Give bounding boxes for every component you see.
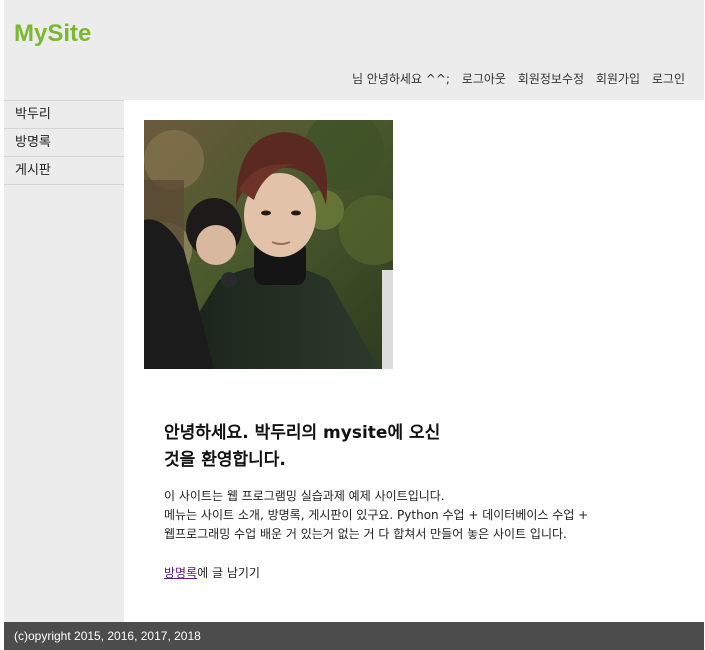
signup-link[interactable]: 회원가입 [596, 72, 640, 86]
welcome-title: 안녕하세요. 박두리의 mysite에 오신 것을 환영합니다. [164, 420, 484, 474]
intro-line-2: 메뉴는 사이트 소개, 방명록, 게시판이 있구요. Python 수업 + 데… [164, 508, 589, 522]
edit-profile-link[interactable]: 회원정보수정 [518, 72, 584, 86]
intro-line-1: 이 사이트는 웹 프로그램밍 실습과제 예제 사이트입니다. [164, 489, 445, 503]
sidebar-item-about[interactable]: 박두리 [4, 100, 124, 129]
site-header: MySite 님 안녕하세요 ^^; 로그아웃 회원정보수정 회원가입 로그인 [4, 0, 704, 100]
intro-line-3: 웹프로그래밍 수업 배운 거 있는거 없는 거 다 합쳐서 만들어 놓은 사이트… [164, 527, 567, 541]
top-nav: 님 안녕하세요 ^^; 로그아웃 회원정보수정 회원가입 로그인 [344, 70, 685, 87]
site-logo[interactable]: MySite [14, 20, 91, 48]
sidebar-item-board[interactable]: 게시판 [4, 157, 124, 185]
profile-photo [144, 120, 393, 369]
main-content: 안녕하세요. 박두리의 mysite에 오신 것을 환영합니다. 이 사이트는 … [124, 100, 704, 622]
guestbook-prompt: 방명록에 글 남기기 [164, 564, 260, 581]
page: MySite 님 안녕하세요 ^^; 로그아웃 회원정보수정 회원가입 로그인 … [0, 0, 705, 650]
login-link[interactable]: 로그인 [652, 72, 685, 86]
logout-link[interactable]: 로그아웃 [462, 72, 506, 86]
welcome-title-line1: 안녕하세요. 박두리의 mysite에 오신 [164, 423, 441, 443]
welcome-title-line2: 것을 환영합니다. [164, 450, 286, 470]
guestbook-suffix: 에 글 남기기 [197, 566, 260, 580]
profile-photo-image [144, 120, 393, 369]
intro-text: 이 사이트는 웹 프로그램밍 실습과제 예제 사이트입니다. 메뉴는 사이트 소… [164, 487, 684, 544]
copyright-text: (c)opyright 2015, 2016, 2017, 2018 [14, 629, 201, 643]
sidebar-item-guestbook[interactable]: 방명록 [4, 129, 124, 157]
guestbook-link[interactable]: 방명록 [164, 566, 197, 580]
site-footer: (c)opyright 2015, 2016, 2017, 2018 [4, 622, 704, 650]
greeting-text: 님 안녕하세요 ^^; [351, 72, 450, 86]
sidebar: 박두리 방명록 게시판 [4, 100, 124, 622]
